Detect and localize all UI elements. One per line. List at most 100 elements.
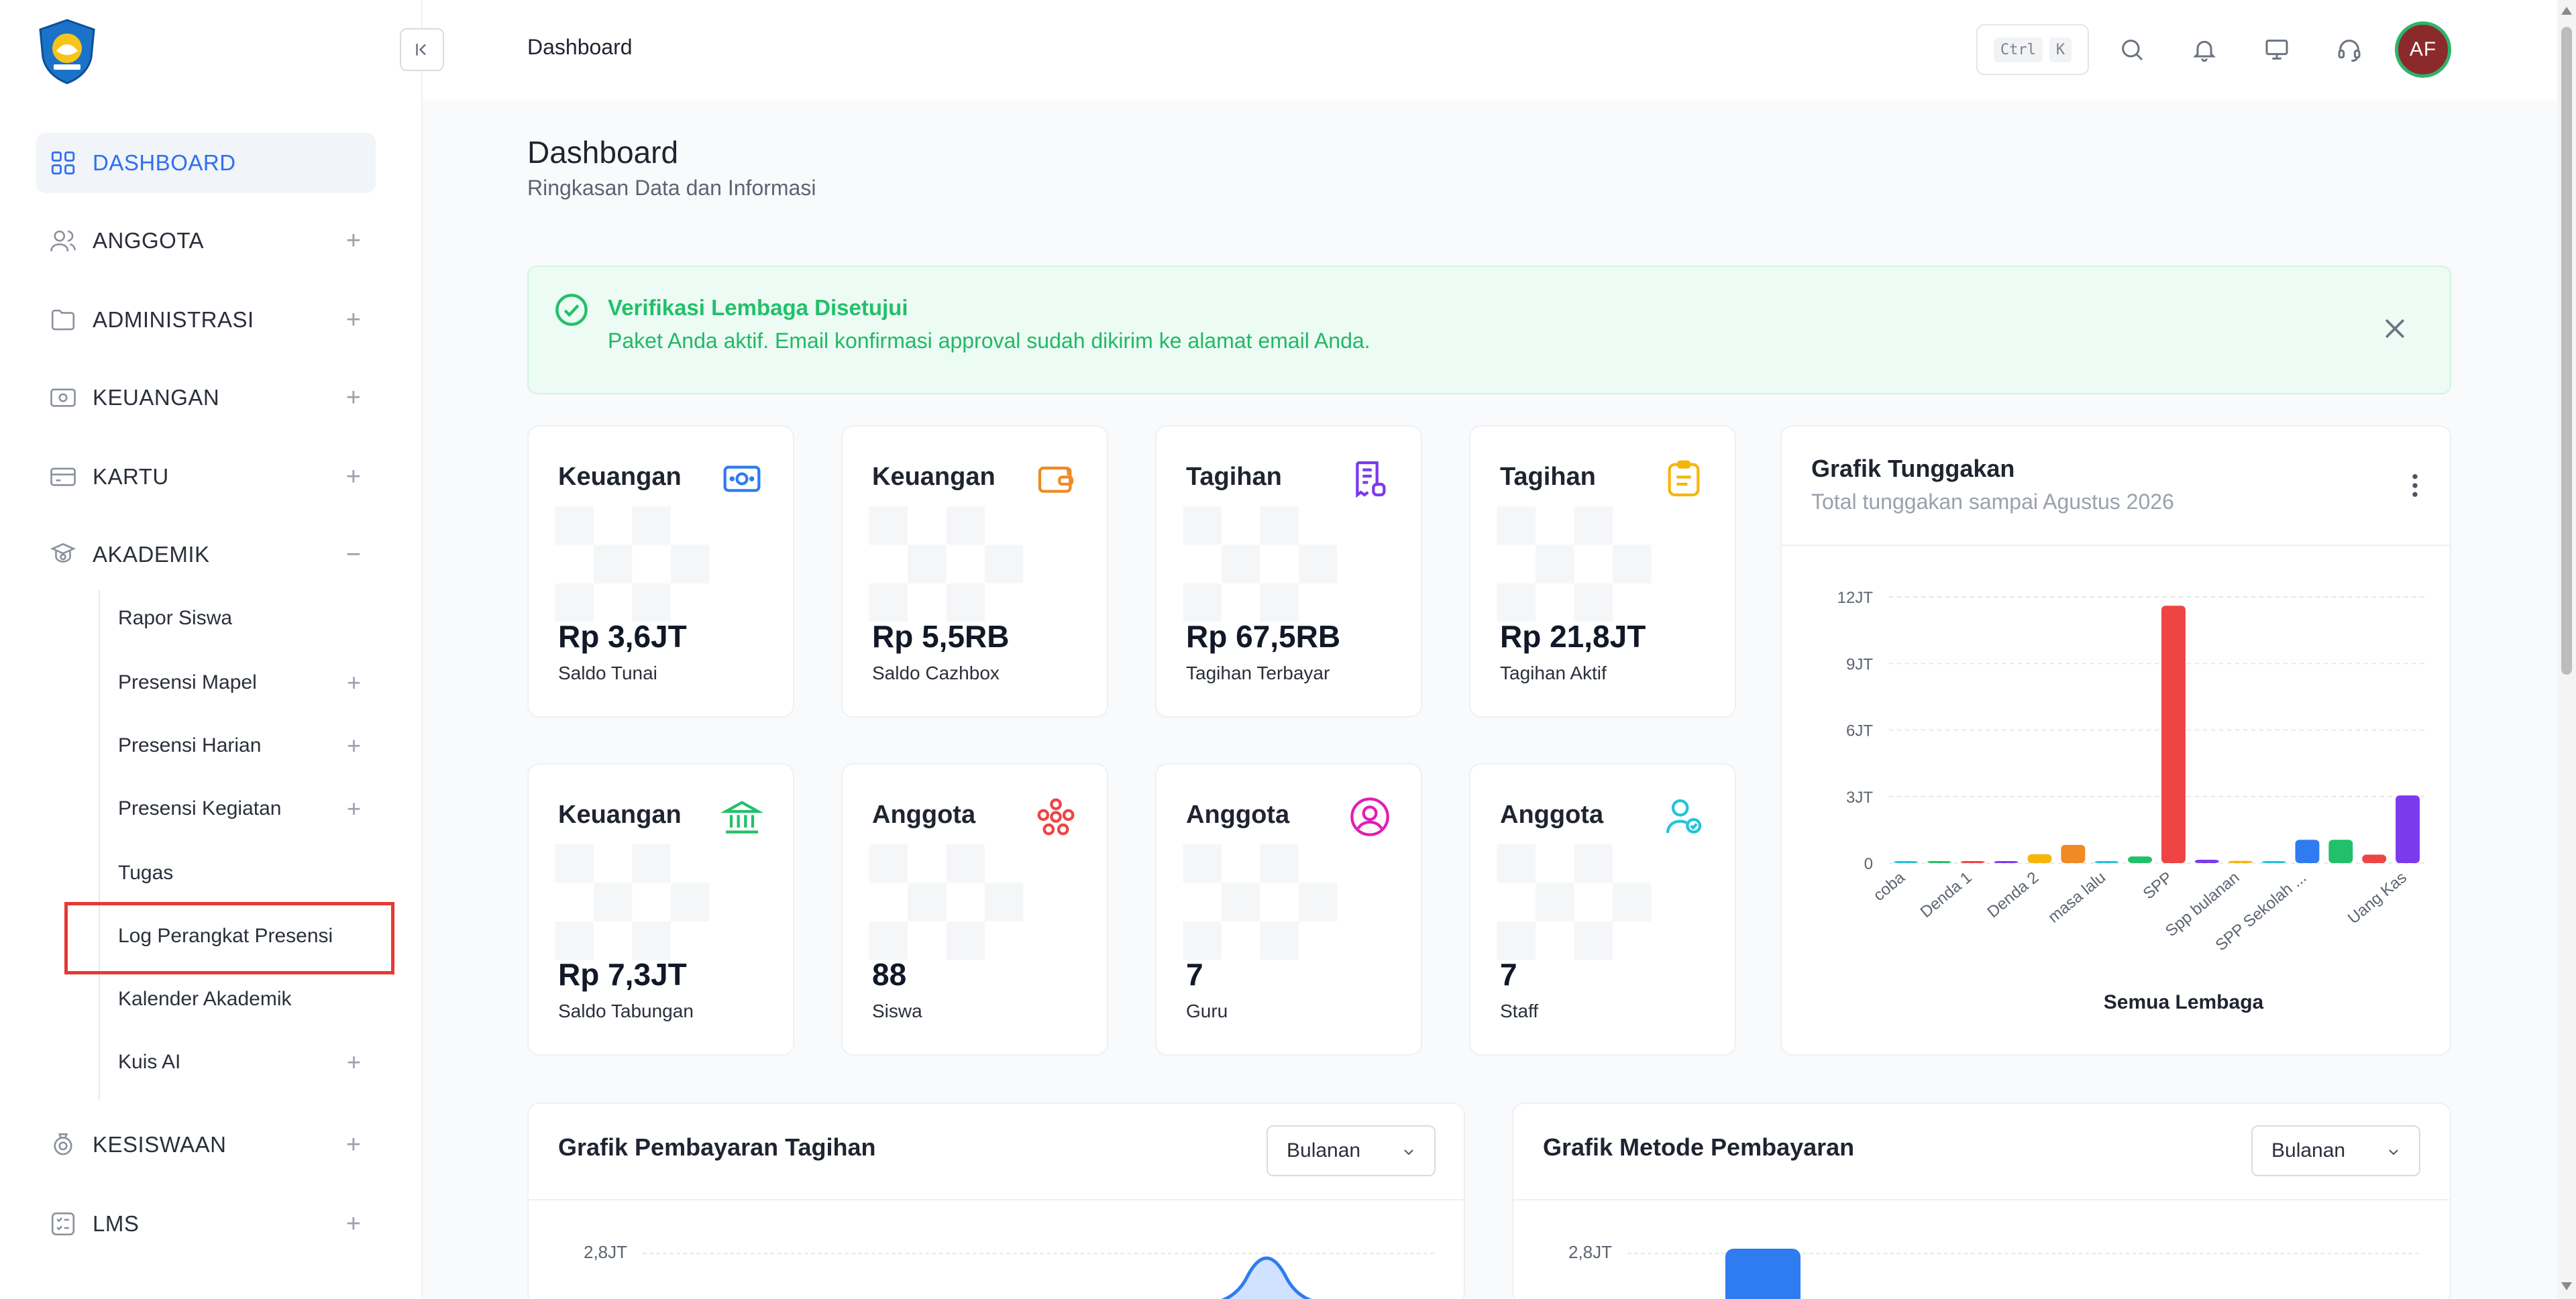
expand-icon[interactable]: +	[346, 464, 361, 490]
stat-card-tagihan-terbayar[interactable]: Tagihan Rp 67,5RB Tagihan Terbayar	[1155, 425, 1422, 718]
period-select-value: Bulanan	[2271, 1139, 2346, 1162]
sidebar-item-akademik[interactable]: AKADEMIK −	[36, 524, 376, 585]
sidebar-item-administrasi[interactable]: ADMINISTRASI +	[36, 290, 376, 350]
card-label: Guru	[1186, 1001, 1228, 1021]
card-title: Anggota	[1186, 801, 1290, 829]
card-label: Staff	[1500, 1001, 1539, 1021]
bar[interactable]	[2396, 795, 2420, 863]
expand-icon[interactable]: +	[347, 1050, 361, 1074]
stat-card-tagihan-aktif[interactable]: Tagihan Rp 21,8JT Tagihan Aktif	[1469, 425, 1736, 718]
stat-card-guru[interactable]: Anggota 7 Guru	[1155, 763, 1422, 1056]
bar[interactable]	[2128, 856, 2153, 863]
expand-icon[interactable]: +	[346, 1132, 361, 1157]
card-title: Tagihan	[1500, 463, 1596, 491]
search-icon[interactable]	[2113, 31, 2151, 68]
bar[interactable]	[2161, 606, 2186, 863]
bar[interactable]	[1994, 861, 2019, 863]
sidebar-subitem-tugas[interactable]: Tugas	[118, 848, 376, 899]
card-label: Saldo Tabungan	[558, 1001, 694, 1021]
student-icon	[48, 1130, 78, 1160]
sidebar-subitem-rapor-siswa[interactable]: Rapor Siswa	[118, 593, 376, 644]
selection-highlight	[64, 902, 394, 974]
page-scrollbar[interactable]	[2557, 0, 2576, 1299]
scroll-down-arrow-icon[interactable]	[2561, 1282, 2572, 1290]
card-value: Rp 3,6JT	[558, 619, 687, 654]
expand-icon[interactable]: +	[347, 671, 361, 695]
chart-subtitle: Total tunggakan sampai Agustus 2026	[1811, 490, 2174, 514]
y-tick-label: 0	[1864, 855, 1873, 873]
period-select[interactable]: Bulanan	[2251, 1125, 2420, 1176]
scrollbar-thumb[interactable]	[2561, 27, 2572, 675]
card-title: Keuangan	[558, 801, 682, 829]
bar[interactable]	[2328, 840, 2353, 863]
sidebar-item-kartu[interactable]: KARTU +	[36, 447, 376, 507]
stat-card-staff[interactable]: Anggota 7 Staff	[1469, 763, 1736, 1056]
card-value: Rp 67,5RB	[1186, 619, 1341, 654]
expand-icon[interactable]: +	[347, 797, 361, 821]
bar[interactable]	[2295, 840, 2320, 863]
stat-card-saldo-cazhbox[interactable]: Keuangan Rp 5,5RB Saldo Cazhbox	[841, 425, 1108, 718]
collapse-sidebar-button[interactable]	[400, 28, 444, 71]
sidebar-item-keuangan[interactable]: KEUANGAN +	[36, 368, 376, 428]
sidebar-subitem-presensi-harian[interactable]: Presensi Harian +	[118, 720, 376, 771]
success-alert: Verifikasi Lembaga Disetujui Paket Anda …	[527, 266, 2451, 394]
sidebar-item-dashboard[interactable]: DASHBOARD	[36, 133, 376, 193]
bell-icon[interactable]	[2186, 31, 2223, 68]
sidebar-item-lms[interactable]: LMS +	[36, 1194, 376, 1254]
card-value: 7	[1500, 957, 1517, 992]
tunggakan-bar-chart: 0 3JT 6JT 9JT 12JT coba Denda 1 Denda 2 masa lal…	[1837, 589, 2424, 1013]
y-tick-label: 12JT	[1837, 589, 1874, 607]
card-value: Rp 7,3JT	[558, 957, 687, 992]
stat-card-saldo-tabungan[interactable]: Keuangan Rp 7,3JT Saldo Tabungan	[527, 763, 794, 1056]
bar[interactable]	[2061, 844, 2086, 863]
stat-card-saldo-tunai[interactable]: Keuangan Rp 3,6JT Saldo Tunai	[527, 425, 794, 718]
user-check-icon	[1666, 799, 1702, 834]
wallet-icon	[1038, 466, 1074, 493]
bar[interactable]	[2261, 861, 2286, 863]
expand-icon[interactable]: +	[346, 307, 361, 333]
bar[interactable]	[2362, 854, 2387, 863]
search-shortcut-button[interactable]: Ctrl K	[1976, 24, 2089, 75]
bar[interactable]	[1927, 861, 1951, 863]
headset-icon[interactable]	[2330, 31, 2368, 68]
expand-icon[interactable]: +	[347, 734, 361, 758]
folder-icon	[48, 305, 78, 335]
scroll-up-arrow-icon[interactable]	[2561, 7, 2572, 15]
area-series-peak	[1221, 1256, 1312, 1299]
close-icon[interactable]	[2380, 314, 2410, 343]
receipt-icon	[1356, 461, 1386, 498]
period-select[interactable]: Bulanan	[1267, 1125, 1436, 1176]
sidebar-item-anggota[interactable]: ANGGOTA +	[36, 211, 376, 271]
x-tick-label: coba	[1870, 868, 1909, 905]
grafik-pembayaran-tagihan-card: Grafik Pembayaran Tagihan Bulanan 2,8JT	[527, 1103, 1465, 1299]
sidebar-subitem-kalender-akademik[interactable]: Kalender Akademik	[118, 974, 376, 1025]
sidebar-item-label: AKADEMIK	[93, 542, 210, 567]
cash-icon	[723, 465, 761, 492]
collapse-icon[interactable]: −	[346, 542, 361, 567]
avatar[interactable]: AF	[2395, 21, 2451, 78]
sidebar-item-kesiswaan[interactable]: KESISWAAN +	[36, 1115, 376, 1175]
bar[interactable]	[2228, 860, 2253, 863]
stat-card-siswa[interactable]: Anggota 88 Siswa	[841, 763, 1108, 1056]
bar[interactable]	[2094, 861, 2119, 863]
bar[interactable]	[1893, 861, 1918, 863]
card-title: Keuangan	[872, 463, 996, 491]
bar[interactable]	[2194, 860, 2219, 863]
monitor-icon[interactable]	[2258, 31, 2296, 68]
header-title: Dashboard	[527, 35, 633, 59]
expand-icon[interactable]: +	[346, 385, 361, 410]
chart-divider	[529, 1199, 1464, 1200]
expand-icon[interactable]: +	[346, 1211, 361, 1237]
bar[interactable]	[2027, 854, 2052, 863]
institution-logo[interactable]	[34, 17, 101, 84]
sidebar-subitem-kuis-ai[interactable]: Kuis AI +	[118, 1037, 376, 1088]
expand-icon[interactable]: +	[346, 228, 361, 253]
sidebar-subitem-presensi-kegiatan[interactable]: Presensi Kegiatan +	[118, 783, 376, 834]
kbd-ctrl: Ctrl	[1993, 37, 2043, 62]
sidebar-subitem-presensi-mapel[interactable]: Presensi Mapel +	[118, 657, 376, 708]
bar[interactable]	[1960, 861, 1985, 863]
sidebar-subitem-label: Presensi Kegiatan	[118, 797, 282, 820]
alert-message: Paket Anda aktif. Email konfirmasi appro…	[608, 329, 1371, 353]
card-icon	[48, 462, 78, 492]
kebab-menu-icon[interactable]	[2410, 472, 2420, 499]
